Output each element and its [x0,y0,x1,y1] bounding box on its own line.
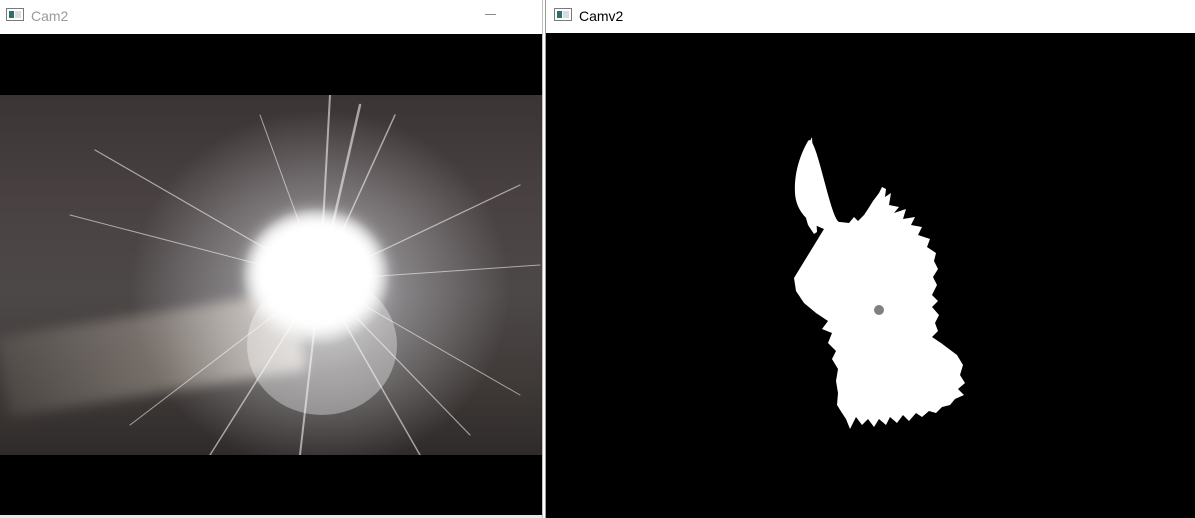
binary-mask-image [546,33,1195,518]
cam2-canvas[interactable] [0,34,542,515]
camv2-window-title: Camv2 [579,8,624,24]
cam2-window-title: Cam2 [31,8,69,24]
minimize-icon [485,14,496,15]
cam2-window[interactable]: Cam2 [0,0,543,518]
cam2-titlebar[interactable]: Cam2 [0,0,542,34]
minimize-button[interactable] [470,0,514,30]
lens-flare-rays [69,95,541,455]
opencv-window-icon[interactable] [6,8,24,21]
opencv-window-icon[interactable] [554,8,572,21]
camv2-titlebar[interactable]: Camv2 [546,0,1195,33]
centroid-marker [874,305,884,315]
camv2-window[interactable]: Camv2 [545,0,1195,518]
camera-frame-image [0,95,542,455]
camv2-canvas[interactable] [546,33,1195,518]
